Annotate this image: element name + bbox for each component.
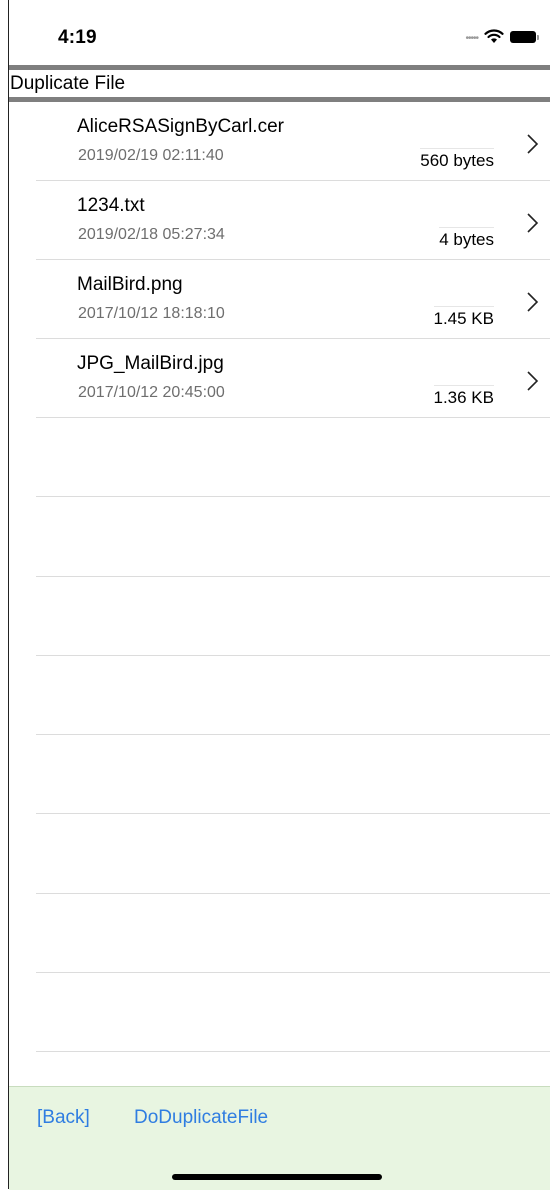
cellular-dots-icon: ••••• xyxy=(465,33,478,44)
empty-row xyxy=(36,735,550,815)
status-icons: ••••• xyxy=(465,29,539,44)
file-date: 2017/10/12 18:18:10 xyxy=(78,305,225,322)
back-button[interactable]: [Back] xyxy=(37,1107,90,1129)
battery-icon xyxy=(510,30,539,43)
chevron-right-icon xyxy=(527,213,539,233)
header-divider-top xyxy=(9,65,550,70)
page-title: Duplicate File xyxy=(10,73,126,94)
empty-row xyxy=(36,656,550,736)
file-row[interactable]: MailBird.png 2017/10/12 18:18:10 1.45 KB xyxy=(36,260,550,339)
file-name: AliceRSASignByCarl.cer xyxy=(77,116,284,137)
file-date: 2017/10/12 20:45:00 xyxy=(78,384,225,401)
file-name: JPG_MailBird.jpg xyxy=(77,353,224,374)
empty-row xyxy=(36,973,550,1053)
empty-row xyxy=(36,814,550,894)
file-name: MailBird.png xyxy=(77,274,183,295)
file-size: 1.45 KB xyxy=(433,306,494,330)
empty-row xyxy=(36,577,550,656)
file-date: 2019/02/19 02:11:40 xyxy=(78,147,224,164)
file-size: 560 bytes xyxy=(420,148,494,172)
file-row[interactable]: 1234.txt 2019/02/18 05:27:34 4 bytes xyxy=(36,181,550,260)
empty-row xyxy=(36,418,550,498)
wifi-icon xyxy=(484,29,504,43)
file-size: 1.36 KB xyxy=(433,385,494,409)
chevron-right-icon xyxy=(527,371,539,391)
file-date: 2019/02/18 05:27:34 xyxy=(78,226,225,243)
file-row[interactable]: AliceRSASignByCarl.cer 2019/02/19 02:11:… xyxy=(36,102,550,181)
home-indicator[interactable] xyxy=(172,1174,382,1180)
chevron-right-icon xyxy=(527,134,539,154)
empty-row xyxy=(36,894,550,974)
file-list: AliceRSASignByCarl.cer 2019/02/19 02:11:… xyxy=(0,102,550,1053)
status-time: 4:19 xyxy=(58,27,97,48)
file-row[interactable]: JPG_MailBird.jpg 2017/10/12 20:45:00 1.3… xyxy=(36,339,550,418)
status-bar: 4:19 ••••• xyxy=(0,0,550,66)
chevron-right-icon xyxy=(527,292,539,312)
do-duplicate-file-button[interactable]: DoDuplicateFile xyxy=(134,1107,268,1129)
file-size: 4 bytes xyxy=(439,227,494,251)
file-name: 1234.txt xyxy=(77,195,145,216)
empty-row xyxy=(36,497,550,577)
